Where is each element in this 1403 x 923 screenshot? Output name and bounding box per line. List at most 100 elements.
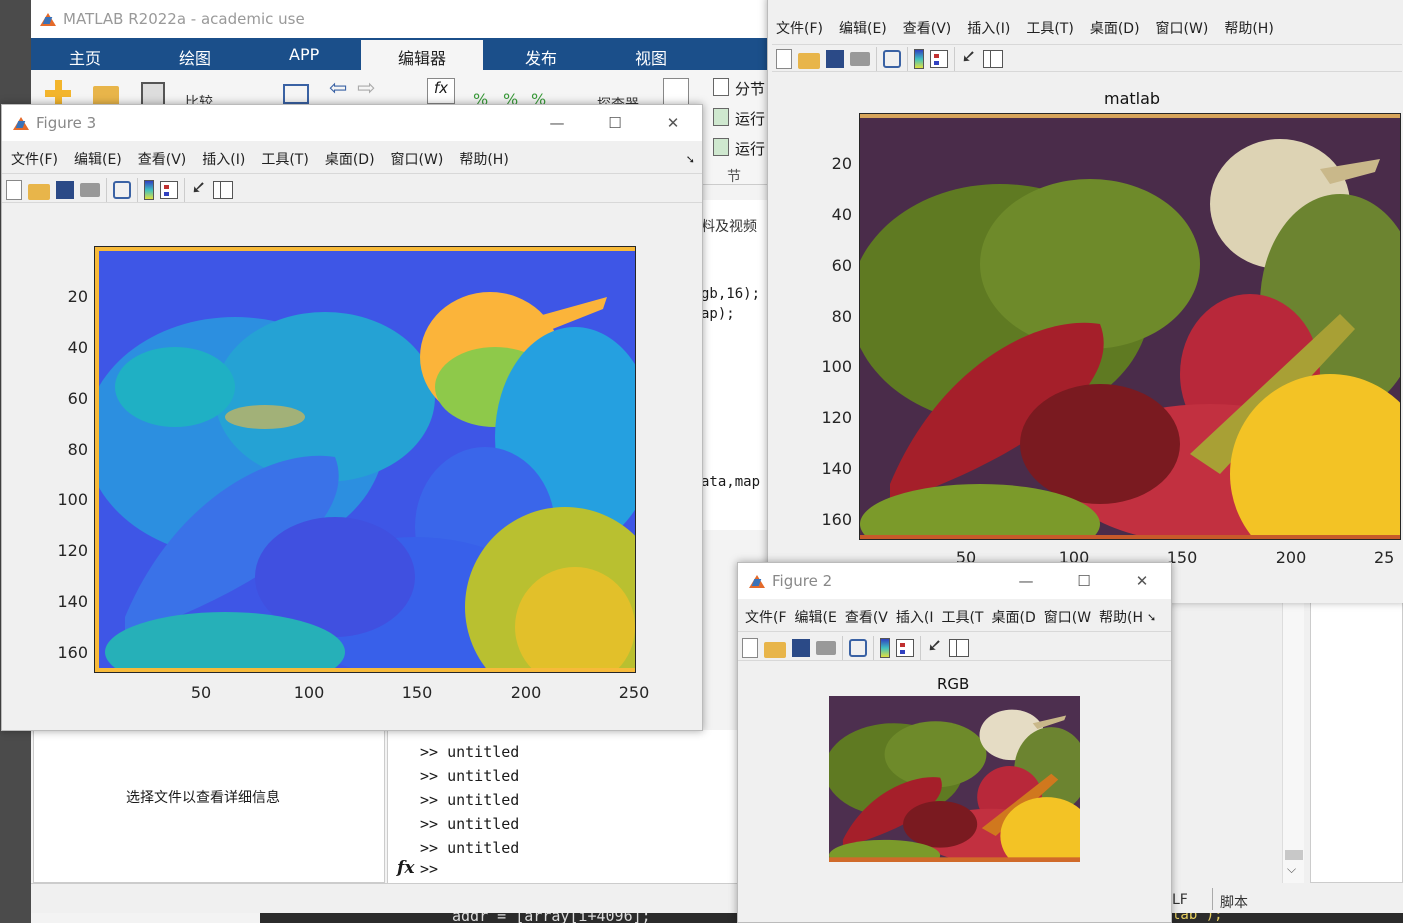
x-tick-label: 100 bbox=[293, 683, 325, 702]
menu-edit[interactable]: 编辑(E) bbox=[839, 18, 887, 38]
menu-overflow-icon[interactable]: ➘ bbox=[1147, 611, 1156, 624]
x-tick-label: 200 bbox=[510, 683, 542, 702]
link-plot-icon[interactable] bbox=[849, 638, 867, 657]
colorbar-icon[interactable] bbox=[880, 637, 890, 658]
open-folder-icon[interactable] bbox=[93, 86, 119, 106]
menu-tools[interactable]: 工具(T) bbox=[261, 149, 308, 169]
save-icon[interactable] bbox=[141, 82, 165, 106]
tab-home[interactable]: 主页 bbox=[69, 45, 101, 69]
new-figure-icon[interactable] bbox=[6, 179, 22, 200]
menu-view[interactable]: 查看(V) bbox=[138, 149, 187, 169]
run-advance-icon[interactable] bbox=[713, 108, 729, 126]
run-advance-label[interactable]: 运行 bbox=[735, 108, 765, 129]
edit-plot-icon[interactable] bbox=[191, 179, 207, 201]
x-tick-label: 150 bbox=[401, 683, 433, 702]
figure1-menubar: 文件(F) 编辑(E) 查看(V) 插入(I) 工具(T) 桌面(D) 窗口(W… bbox=[776, 17, 1396, 39]
tab-editor[interactable]: 编辑器 bbox=[361, 40, 483, 70]
command-window[interactable]: >> untitled >> untitled >> untitled >> u… bbox=[387, 730, 767, 883]
menu-help[interactable]: 帮助(H bbox=[1099, 607, 1143, 627]
menu-insert[interactable]: 插入(I bbox=[896, 607, 934, 627]
menu-window[interactable]: 窗口(W bbox=[1044, 607, 1091, 627]
property-panel-icon[interactable] bbox=[949, 638, 969, 657]
command-line: >> untitled bbox=[420, 767, 520, 785]
menu-help[interactable]: 帮助(H) bbox=[1224, 18, 1273, 38]
menu-window[interactable]: 窗口(W) bbox=[1156, 18, 1209, 38]
menu-file[interactable]: 文件(F bbox=[745, 607, 787, 627]
open-file-icon[interactable] bbox=[798, 53, 820, 69]
indent-icon[interactable] bbox=[283, 84, 309, 104]
insert-function-icon[interactable]: fx bbox=[427, 78, 455, 104]
back-arrow-icon[interactable]: ⇦ bbox=[329, 76, 347, 101]
colorbar-icon[interactable] bbox=[144, 179, 154, 200]
edit-plot-icon[interactable] bbox=[927, 637, 943, 659]
menu-insert[interactable]: 插入(I) bbox=[202, 149, 245, 169]
x-tick-label: 200 bbox=[1275, 548, 1307, 567]
new-figure-icon[interactable] bbox=[742, 637, 758, 658]
run-section-label[interactable]: 运行 bbox=[735, 138, 765, 159]
maximize-icon[interactable]: ☐ bbox=[586, 114, 644, 132]
close-icon[interactable]: ✕ bbox=[1113, 572, 1171, 590]
menu-tools[interactable]: 工具(T bbox=[941, 607, 983, 627]
save-figure-icon[interactable] bbox=[792, 638, 810, 657]
menu-view[interactable]: 查看(V bbox=[845, 607, 888, 627]
edit-plot-icon[interactable] bbox=[961, 48, 977, 70]
section-break-icon[interactable] bbox=[713, 78, 729, 96]
save-figure-icon[interactable] bbox=[826, 50, 844, 68]
menu-window[interactable]: 窗口(W) bbox=[391, 149, 444, 169]
forward-arrow-icon[interactable]: ⇨ bbox=[357, 76, 375, 101]
menu-edit[interactable]: 编辑(E bbox=[795, 607, 837, 627]
y-tick-label: 160 bbox=[821, 510, 852, 529]
details-panel: 选择文件以查看详细信息 bbox=[33, 730, 385, 883]
y-tick-label: 60 bbox=[67, 389, 88, 408]
scrollbar[interactable]: ⌵ bbox=[1282, 600, 1304, 883]
figure2-menubar: 文件(F 编辑(E 查看(V 插入(I 工具(T 桌面(D 窗口(W 帮助(H … bbox=[745, 606, 1171, 628]
maximize-icon[interactable]: ☐ bbox=[1055, 572, 1113, 590]
command-prompt[interactable]: >> bbox=[420, 860, 438, 878]
tab-publish[interactable]: 发布 bbox=[525, 45, 557, 69]
minimize-icon[interactable]: — bbox=[528, 114, 586, 132]
save-figure-icon[interactable] bbox=[56, 180, 74, 199]
run-section-icon[interactable] bbox=[713, 138, 729, 156]
menu-desktop[interactable]: 桌面(D) bbox=[1090, 18, 1140, 38]
minimize-icon[interactable]: — bbox=[997, 572, 1055, 590]
legend-icon[interactable] bbox=[896, 638, 914, 657]
y-tick-label: 140 bbox=[821, 459, 852, 478]
link-plot-icon[interactable] bbox=[883, 50, 901, 68]
link-plot-icon[interactable] bbox=[113, 180, 131, 199]
tab-view[interactable]: 视图 bbox=[635, 45, 667, 69]
new-figure-icon[interactable] bbox=[776, 49, 792, 69]
tab-apps[interactable]: APP bbox=[289, 45, 319, 64]
print-icon[interactable] bbox=[850, 52, 870, 66]
colorbar-icon[interactable] bbox=[914, 49, 924, 69]
menu-desktop[interactable]: 桌面(D) bbox=[325, 149, 375, 169]
legend-icon[interactable] bbox=[160, 180, 178, 199]
fx-icon[interactable]: fx bbox=[397, 858, 414, 878]
run-icon[interactable] bbox=[663, 78, 689, 106]
menu-file[interactable]: 文件(F) bbox=[776, 18, 823, 38]
tab-plots[interactable]: 绘图 bbox=[179, 45, 211, 69]
y-tick-label: 40 bbox=[831, 205, 852, 224]
menu-tools[interactable]: 工具(T) bbox=[1026, 18, 1073, 38]
property-panel-icon[interactable] bbox=[983, 50, 1003, 68]
menu-insert[interactable]: 插入(I) bbox=[967, 18, 1010, 38]
menu-edit[interactable]: 编辑(E) bbox=[74, 149, 122, 169]
new-file-icon[interactable] bbox=[45, 80, 71, 106]
property-panel-icon[interactable] bbox=[213, 180, 233, 199]
menu-file[interactable]: 文件(F) bbox=[11, 149, 58, 169]
close-icon[interactable]: ✕ bbox=[644, 114, 702, 132]
open-file-icon[interactable] bbox=[28, 183, 50, 200]
peppers-rgb-image bbox=[829, 696, 1080, 862]
code-fragment-4: ata,map bbox=[701, 474, 761, 490]
menu-help[interactable]: 帮助(H) bbox=[459, 149, 508, 169]
figure3-axes bbox=[94, 246, 636, 673]
open-file-icon[interactable] bbox=[764, 641, 786, 658]
menu-overflow-icon[interactable]: ➘ bbox=[686, 153, 695, 166]
figure2-toolbar bbox=[738, 631, 1171, 661]
menu-desktop[interactable]: 桌面(D bbox=[991, 607, 1035, 627]
menu-view[interactable]: 查看(V) bbox=[903, 18, 952, 38]
code-fragment-3: ap); bbox=[701, 306, 735, 322]
legend-icon[interactable] bbox=[930, 50, 948, 68]
print-icon[interactable] bbox=[816, 640, 836, 655]
section-break-label[interactable]: 分节 bbox=[735, 78, 765, 99]
print-icon[interactable] bbox=[80, 182, 100, 197]
